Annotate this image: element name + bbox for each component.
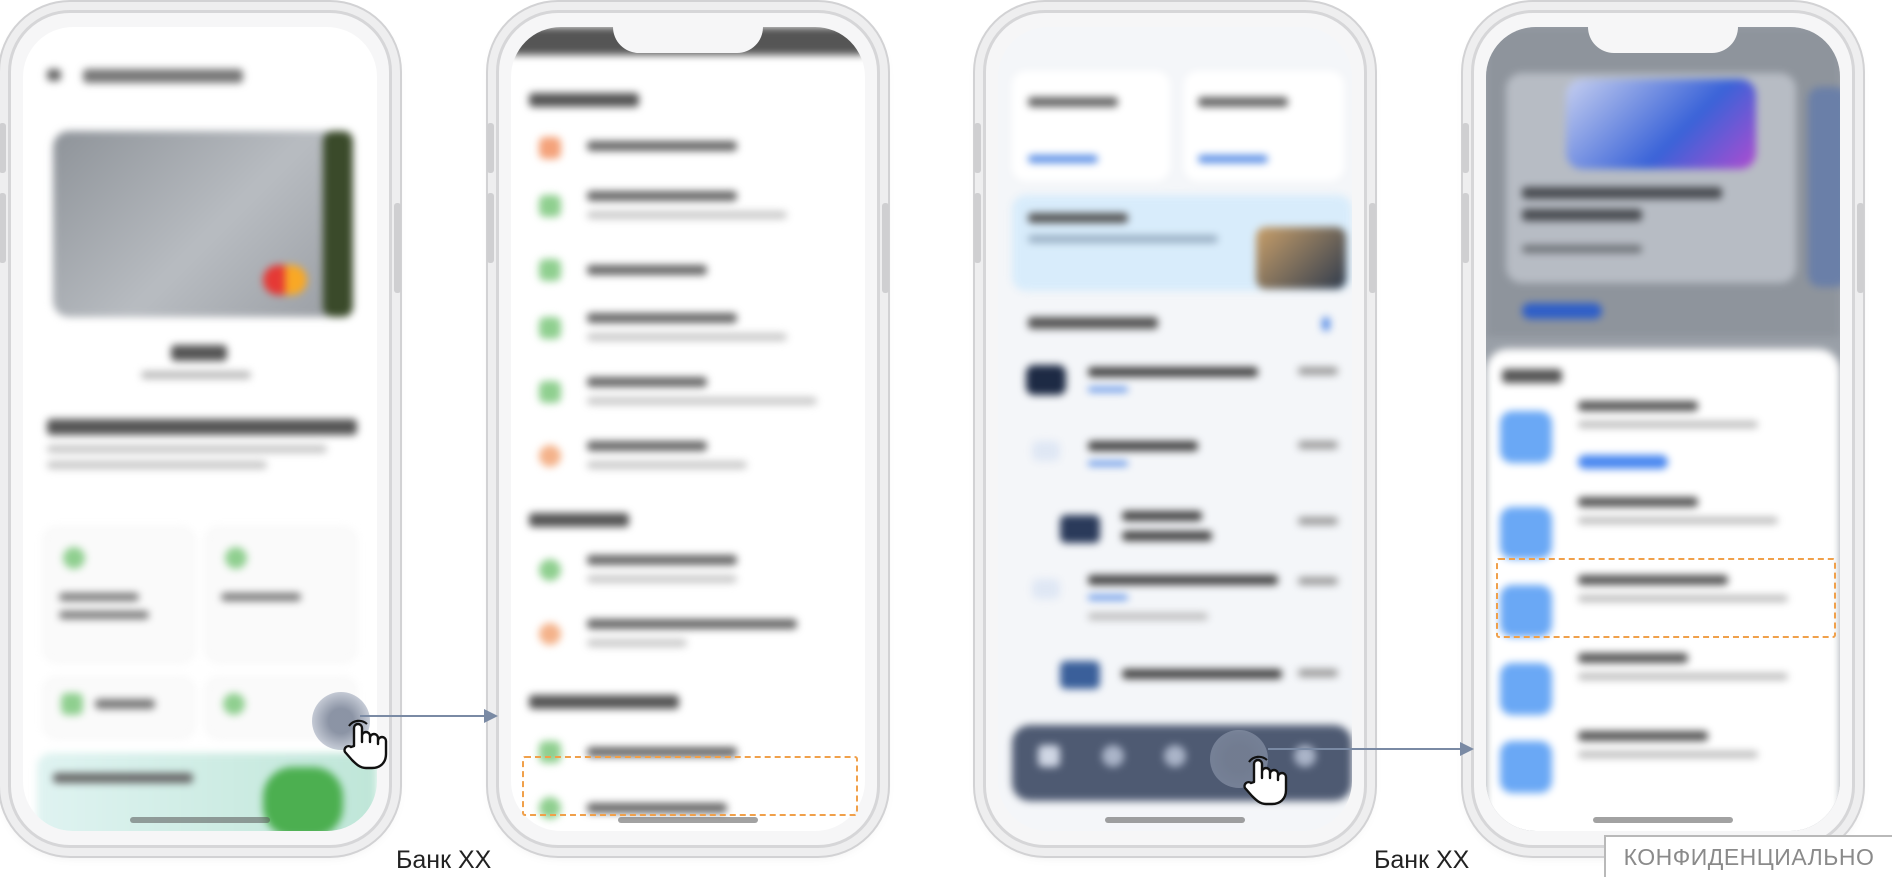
side-button	[1857, 203, 1864, 293]
side-button	[394, 203, 401, 293]
side-button	[882, 203, 889, 293]
phone-4-cards-menu	[1462, 10, 1864, 848]
flow-arrow-icon	[1268, 742, 1474, 756]
bank-caption: Банк ХХ	[1374, 846, 1470, 874]
home-indicator	[1593, 817, 1733, 823]
screen-4	[1486, 27, 1840, 831]
side-button	[487, 123, 494, 173]
home-indicator	[130, 817, 270, 823]
blurred-content	[998, 27, 1352, 831]
notch	[613, 27, 763, 53]
side-button	[0, 123, 6, 173]
notch	[1588, 27, 1738, 53]
phone-2-card-settings	[487, 10, 889, 848]
screen-2	[511, 27, 865, 831]
blurred-content	[1486, 27, 1840, 831]
side-button	[487, 193, 494, 263]
confidential-badge: КОНФИДЕНЦИАЛЬНО	[1604, 835, 1892, 877]
side-button	[0, 193, 6, 263]
blurred-content	[511, 27, 865, 831]
bank-caption: Банк ХХ	[396, 846, 492, 874]
home-indicator	[1105, 817, 1245, 823]
side-button	[974, 193, 981, 263]
highlight-salary-card-option	[1496, 558, 1836, 638]
home-indicator	[618, 817, 758, 823]
side-button	[1369, 203, 1376, 293]
side-button	[1462, 193, 1469, 263]
side-button	[1462, 123, 1469, 173]
phone-3-main-screen	[974, 10, 1376, 848]
screen-3	[998, 27, 1352, 831]
side-button	[974, 123, 981, 173]
flow-arrow-icon	[360, 709, 498, 723]
highlight-make-salary-card	[522, 756, 858, 816]
